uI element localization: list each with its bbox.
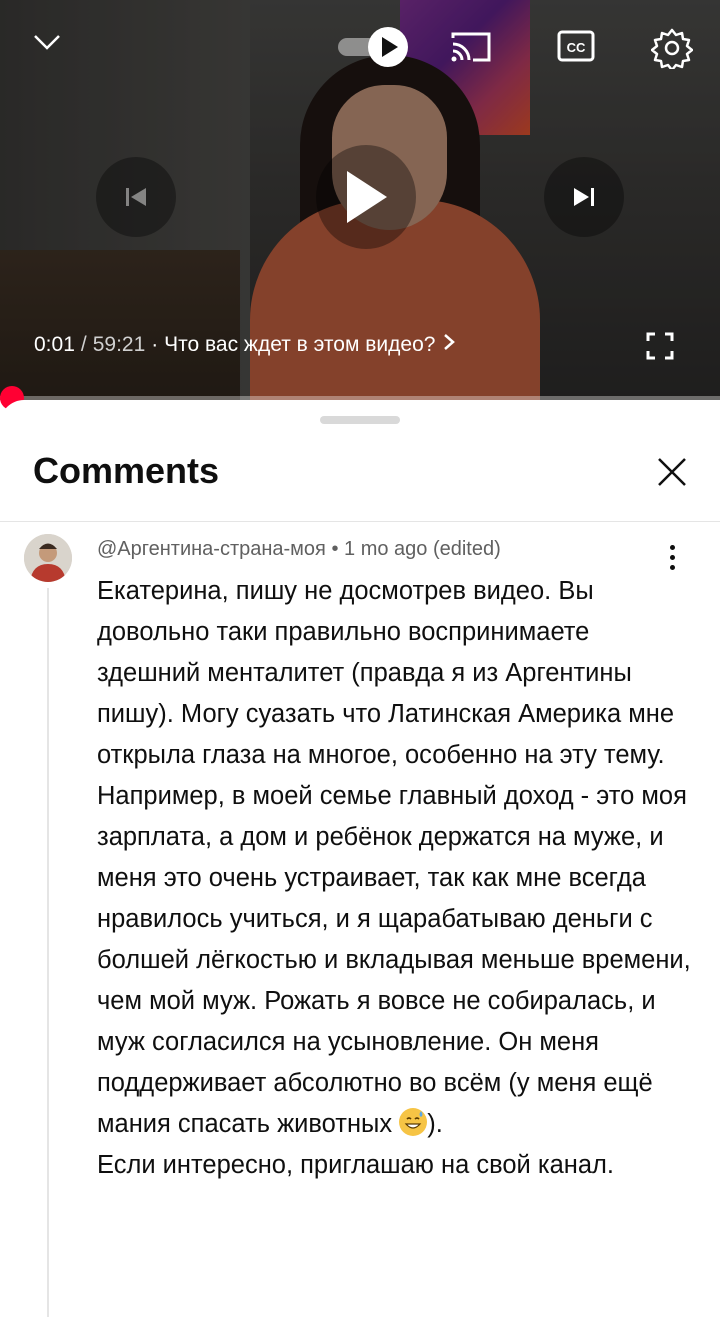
comments-panel: Comments @Аргентина-страна-моя • 1 mo ag… bbox=[0, 400, 720, 1317]
previous-icon[interactable] bbox=[96, 157, 176, 237]
time-display: 0:01 / 59:21 · Что вас ждет в этом видео… bbox=[34, 333, 456, 357]
divider bbox=[0, 521, 720, 522]
panel-title: Comments bbox=[33, 450, 220, 491]
thread-line bbox=[47, 588, 49, 1317]
comment-text-main: Екатерина, пишу не досмотрев видео. Вы д… bbox=[97, 577, 691, 1138]
comment-meta: @Аргентина-страна-моя • 1 mo ago (edited… bbox=[97, 538, 501, 561]
close-icon[interactable] bbox=[650, 450, 694, 494]
next-icon[interactable] bbox=[544, 157, 624, 237]
play-icon[interactable] bbox=[316, 145, 416, 249]
meta-dot: • bbox=[325, 538, 345, 560]
chapter-title[interactable]: · Что вас ждет в этом видео? bbox=[151, 333, 435, 357]
grinning-sweat-emoji bbox=[399, 1108, 428, 1136]
more-options-icon[interactable] bbox=[658, 540, 686, 574]
video-player[interactable]: CC 0:01 / 59:21 · Что вас ждет в этом ви… bbox=[0, 0, 720, 400]
autoplay-toggle-icon[interactable] bbox=[336, 26, 410, 68]
drag-handle[interactable] bbox=[320, 416, 400, 424]
svg-text:CC: CC bbox=[567, 40, 586, 55]
chevron-down-icon[interactable] bbox=[22, 20, 72, 64]
current-time: 0:01 bbox=[34, 333, 75, 356]
comment-age: 1 mo ago (edited) bbox=[344, 538, 501, 560]
comment-author[interactable]: @Аргентина-страна-моя bbox=[97, 538, 326, 560]
duration: 59:21 bbox=[92, 333, 146, 356]
avatar[interactable] bbox=[24, 534, 72, 582]
chevron-right-icon[interactable] bbox=[443, 333, 456, 357]
settings-gear-icon[interactable] bbox=[648, 24, 696, 72]
comment-text: Екатерина, пишу не досмотрев видео. Вы д… bbox=[97, 571, 697, 1186]
captions-icon[interactable]: CC bbox=[554, 26, 598, 66]
time-separator: / bbox=[80, 333, 87, 356]
fullscreen-icon[interactable] bbox=[644, 330, 676, 362]
cast-icon[interactable] bbox=[448, 26, 494, 68]
